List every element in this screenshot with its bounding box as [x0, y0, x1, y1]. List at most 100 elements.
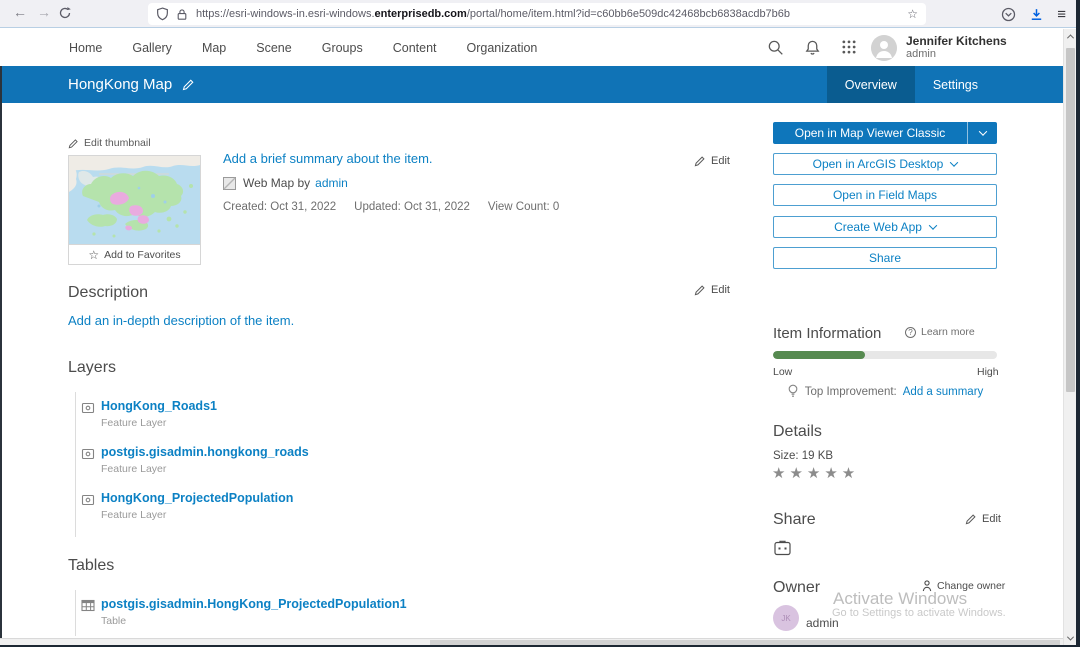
edit-thumbnail-label: Edit thumbnail — [84, 137, 151, 149]
feature-layer-icon — [81, 493, 95, 507]
desktop-edge-left — [0, 66, 2, 638]
add-to-favorites-button[interactable]: ☆ Add to Favorites — [69, 244, 200, 264]
bookmark-star-icon[interactable]: ☆ — [907, 7, 918, 21]
vertical-scrollbar-thumb[interactable] — [1066, 48, 1075, 392]
share-heading: Share — [773, 511, 816, 529]
tables-list: postgis.gisadmin.HongKong_ProjectedPopul… — [75, 590, 695, 636]
nav-item-organization[interactable]: Organization — [452, 41, 553, 55]
open-arcgis-desktop-button[interactable]: Open in ArcGIS Desktop — [773, 153, 997, 175]
top-improvement-label: Top Improvement: — [805, 386, 897, 398]
table-row: postgis.gisadmin.HongKong_ProjectedPopul… — [101, 597, 695, 628]
tables-heading: Tables — [68, 557, 114, 575]
nav-item-scene[interactable]: Scene — [241, 41, 306, 55]
layer-row: HongKong_Roads1 Feature Layer — [101, 399, 695, 430]
app-launcher-grid-icon[interactable] — [841, 39, 859, 57]
nav-item-home[interactable]: Home — [54, 41, 117, 55]
item-thumbnail-card: ☆ Add to Favorites — [68, 155, 201, 265]
open-field-maps-button[interactable]: Open in Field Maps — [773, 184, 997, 206]
layers-list: HongKong_Roads1 Feature Layer postgis.gi… — [75, 392, 695, 537]
add-a-summary-link[interactable]: Add a summary — [903, 386, 984, 398]
search-icon[interactable] — [767, 39, 785, 57]
item-meta-row: Created: Oct 31, 2022 Updated: Oct 31, 2… — [223, 201, 559, 213]
download-icon[interactable] — [1029, 7, 1044, 22]
activate-windows-watermark: Activate Windows — [833, 589, 967, 609]
edit-share-button[interactable]: Edit — [965, 513, 1001, 525]
desktop-edge-right — [1076, 0, 1080, 647]
notifications-bell-icon[interactable] — [804, 39, 822, 57]
description-heading: Description — [68, 284, 148, 302]
url-text[interactable]: https://esri-windows-in.esri-windows.ent… — [196, 8, 790, 20]
table-link[interactable]: postgis.gisadmin.HongKong_ProjectedPopul… — [101, 597, 695, 612]
shield-icon[interactable] — [156, 7, 169, 21]
progress-low-label: Low — [773, 366, 792, 378]
item-header: HongKong Map Overview Settings — [0, 66, 1063, 103]
forward-icon[interactable]: → — [34, 4, 54, 20]
owner-heading: Owner — [773, 579, 820, 597]
updated-date: Updated: Oct 31, 2022 — [354, 201, 470, 213]
item-info-progress-track — [773, 351, 997, 359]
chevron-down-icon — [929, 221, 937, 229]
add-description-link[interactable]: Add an in-depth description of the item. — [68, 313, 294, 328]
lock-icon[interactable] — [176, 8, 188, 21]
item-tabs: Overview Settings — [827, 66, 996, 103]
progress-high-label: High — [977, 366, 999, 378]
page-title: HongKong Map — [68, 76, 172, 93]
table-type: Table — [101, 615, 695, 628]
pencil-icon — [694, 155, 706, 167]
edit-summary-button[interactable]: Edit — [694, 155, 730, 167]
table-icon — [81, 599, 95, 612]
edit-description-button[interactable]: Edit — [694, 284, 730, 296]
owner-avatar[interactable]: JK — [773, 605, 799, 631]
item-thumbnail-map[interactable] — [69, 156, 200, 244]
layer-link[interactable]: postgis.gisadmin.hongkong_roads — [101, 445, 695, 460]
item-rating-stars[interactable]: ★★★★★ — [772, 464, 859, 482]
chevron-down-icon — [978, 127, 986, 135]
share-button[interactable]: Share — [773, 247, 997, 269]
pencil-icon — [694, 284, 706, 296]
item-owner-link[interactable]: admin — [315, 176, 348, 190]
layer-row: postgis.gisadmin.hongkong_roads Feature … — [101, 445, 695, 476]
top-improvement-row: Top Improvement: Add a summary — [773, 384, 997, 399]
layer-type: Feature Layer — [101, 509, 695, 522]
primary-nav: Home Gallery Map Scene Groups Content Or… — [54, 29, 552, 66]
item-info-progress-fill — [773, 351, 865, 359]
refresh-icon[interactable] — [58, 6, 78, 20]
item-type-label: Web Map by — [243, 176, 310, 190]
open-map-viewer-classic-button[interactable]: Open in Map Viewer Classic — [773, 122, 997, 144]
item-information-heading: Item Information — [773, 325, 881, 342]
url-bar[interactable]: https://esri-windows-in.esri-windows.ent… — [148, 3, 926, 25]
layer-link[interactable]: HongKong_ProjectedPopulation — [101, 491, 695, 506]
star-outline-icon: ☆ — [88, 248, 99, 262]
user-menu[interactable]: Jennifer Kitchens admin — [871, 34, 1007, 61]
nav-item-groups[interactable]: Groups — [307, 41, 378, 55]
vertical-scrollbar[interactable] — [1063, 29, 1076, 645]
web-map-type-icon — [223, 177, 236, 190]
browser-toolbar: ← → https://esri-windows-in.esri-windows… — [0, 0, 1080, 28]
feature-layer-icon — [81, 447, 95, 461]
edit-thumbnail-button[interactable]: Edit thumbnail — [68, 137, 151, 149]
tab-settings[interactable]: Settings — [915, 66, 996, 103]
tab-overview[interactable]: Overview — [827, 66, 915, 103]
pencil-icon — [965, 513, 977, 525]
add-summary-link[interactable]: Add a brief summary about the item. — [223, 151, 433, 166]
layer-link[interactable]: HongKong_Roads1 — [101, 399, 695, 414]
nav-item-gallery[interactable]: Gallery — [117, 41, 187, 55]
user-role: admin — [906, 48, 1007, 61]
app-window: ← → https://esri-windows-in.esri-windows… — [0, 0, 1080, 647]
nav-item-map[interactable]: Map — [187, 41, 241, 55]
learn-more-link[interactable]: ? Learn more — [905, 326, 975, 338]
layer-row: HongKong_ProjectedPopulation Feature Lay… — [101, 491, 695, 522]
organization-share-icon — [774, 539, 791, 556]
back-icon[interactable]: ← — [10, 4, 30, 20]
created-date: Created: Oct 31, 2022 — [223, 201, 336, 213]
edit-title-pencil-icon[interactable] — [182, 78, 195, 91]
lightbulb-icon — [787, 384, 799, 399]
map-viewer-dropdown-toggle[interactable] — [967, 122, 997, 144]
create-web-app-button[interactable]: Create Web App — [773, 216, 997, 238]
menu-icon[interactable]: ≡ — [1057, 6, 1066, 23]
pocket-icon[interactable] — [1001, 7, 1016, 22]
pencil-icon — [68, 138, 79, 149]
nav-item-content[interactable]: Content — [378, 41, 452, 55]
horizontal-scrollbar[interactable] — [0, 638, 1063, 645]
portal-navbar: Home Gallery Map Scene Groups Content Or… — [0, 29, 1063, 66]
